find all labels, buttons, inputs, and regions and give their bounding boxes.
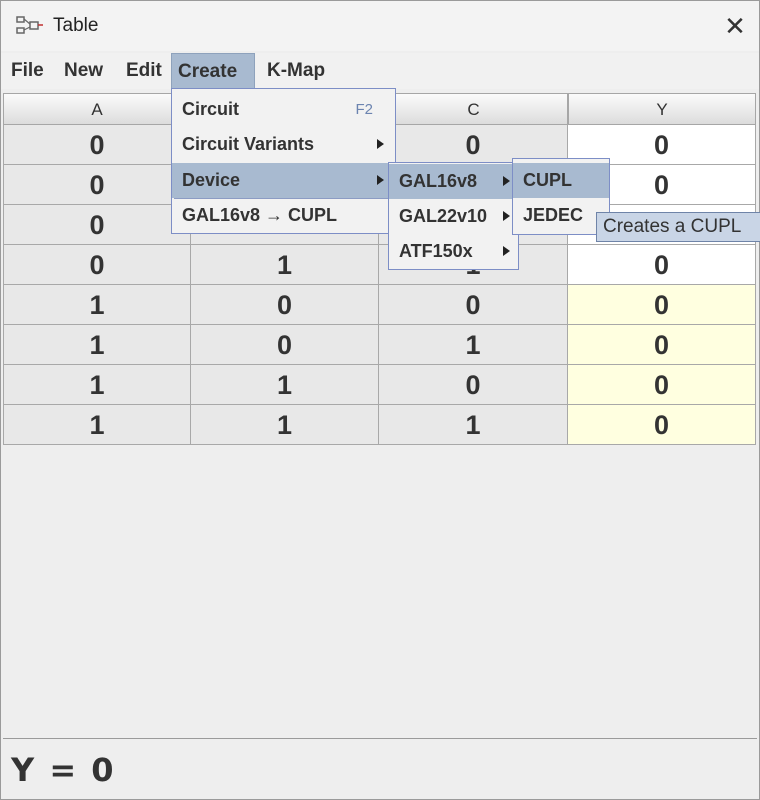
cell-b: 1	[191, 365, 379, 405]
column-header-c[interactable]: C	[379, 93, 568, 125]
menu-item-atf150x[interactable]: ATF150x	[389, 234, 518, 269]
menu-item-circuit[interactable]: Circuit F2	[172, 92, 395, 127]
menu-item-label: JEDEC	[523, 205, 584, 225]
cell-a: 0	[3, 205, 191, 245]
menu-item-circuit-variants[interactable]: Circuit Variants	[172, 127, 395, 162]
menu-item-device[interactable]: Device	[172, 163, 395, 198]
submenu-arrow-icon	[503, 176, 510, 186]
create-menu-popup: Circuit F2 Circuit Variants Device GAL16…	[171, 88, 396, 234]
submenu-arrow-icon	[503, 211, 510, 221]
cell-b: 0	[191, 285, 379, 325]
menu-item-cupl[interactable]: CUPL	[513, 163, 609, 198]
cell-a: 0	[3, 245, 191, 285]
menu-item-label: Device	[182, 170, 241, 190]
cell-a: 1	[3, 325, 191, 365]
cell-y[interactable]: 0	[568, 405, 756, 445]
cell-y[interactable]: 0	[568, 285, 756, 325]
menu-create[interactable]: Create	[171, 53, 255, 89]
close-icon[interactable]: ✕	[719, 11, 751, 41]
menu-new[interactable]: New	[58, 53, 112, 89]
cell-b: 1	[191, 405, 379, 445]
menu-item-label: GAL16v8	[399, 171, 478, 191]
cell-y[interactable]: 0	[568, 245, 756, 285]
cell-a: 0	[3, 165, 191, 205]
menu-item-label: CUPL	[523, 170, 572, 190]
device-submenu: GAL16v8 GAL22v10 ATF150x	[388, 162, 519, 270]
submenu-arrow-icon	[377, 139, 384, 149]
cell-a: 0	[3, 125, 191, 165]
menu-item-gal16v8[interactable]: GAL16v8	[389, 164, 518, 199]
title-bar: Table ✕	[1, 1, 759, 51]
cell-a: 1	[3, 285, 191, 325]
menu-kmap[interactable]: K-Map	[261, 53, 335, 89]
menu-item-label: ATF150x	[399, 241, 473, 261]
column-header-y[interactable]: Y	[568, 93, 756, 125]
window-title: Table	[53, 15, 99, 36]
cell-a: 1	[3, 365, 191, 405]
cell-b: 1	[191, 245, 379, 285]
submenu-arrow-icon	[503, 246, 510, 256]
accelerator-label: F2	[355, 101, 373, 118]
column-header-a[interactable]: A	[3, 93, 191, 125]
cell-y[interactable]: 0	[568, 365, 756, 405]
menu-item-label: GAL16v8 → CUPL	[182, 205, 338, 225]
cell-c: 1	[379, 405, 568, 445]
cell-c: 0	[379, 365, 568, 405]
cell-c: 1	[379, 325, 568, 365]
cell-a: 1	[3, 405, 191, 445]
tooltip: Creates a CUPL	[596, 212, 760, 242]
menu-bar: File New Edit Create K-Map	[1, 53, 759, 89]
menu-item-label: GAL22v10	[399, 206, 488, 226]
menu-item-label: Circuit Variants	[182, 134, 315, 154]
menu-edit[interactable]: Edit	[120, 53, 168, 89]
menu-item-label: Circuit	[182, 99, 240, 119]
cell-c: 0	[379, 285, 568, 325]
menu-item-gal22v10[interactable]: GAL22v10	[389, 199, 518, 234]
menu-item-gal16v8-cupl[interactable]: GAL16v8 → CUPL	[172, 198, 395, 233]
menu-file[interactable]: File	[5, 53, 51, 89]
status-expression: Y = 0	[11, 751, 116, 789]
circuit-app-icon	[16, 16, 43, 34]
menu-item-jedec[interactable]: JEDEC	[513, 198, 609, 233]
status-divider	[3, 738, 757, 739]
cell-y[interactable]: 0	[568, 325, 756, 365]
submenu-arrow-icon	[377, 175, 384, 185]
cell-b: 0	[191, 325, 379, 365]
